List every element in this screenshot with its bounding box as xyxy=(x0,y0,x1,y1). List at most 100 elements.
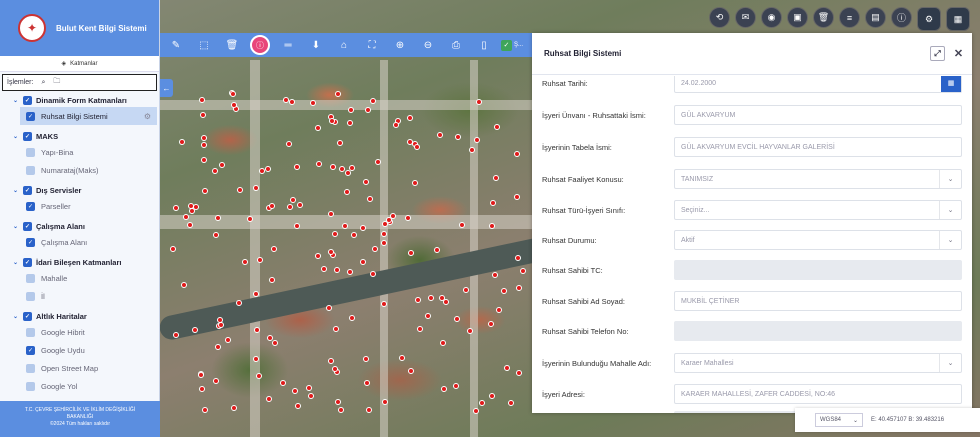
parcel-marker[interactable] xyxy=(215,343,222,350)
zoom-out-icon[interactable]: ⊖ xyxy=(414,33,442,57)
layer-item[interactable]: ✓ Google Uydu xyxy=(0,341,159,359)
layer-checkbox[interactable] xyxy=(26,327,35,337)
parcel-marker[interactable] xyxy=(347,106,354,113)
parcel-marker[interactable] xyxy=(360,224,367,231)
parcel-marker[interactable] xyxy=(441,385,448,392)
parcel-marker[interactable] xyxy=(398,355,405,362)
group-checkbox[interactable]: ✓ xyxy=(23,311,32,321)
parcel-marker[interactable] xyxy=(325,304,332,311)
parcel-marker[interactable] xyxy=(342,222,349,229)
parcel-marker[interactable] xyxy=(294,402,301,409)
parcel-marker[interactable] xyxy=(188,202,195,209)
group-checkbox[interactable]: ✓ xyxy=(23,185,32,195)
close-icon[interactable]: ✕ xyxy=(951,46,966,61)
parcel-marker[interactable] xyxy=(290,197,297,204)
measure-icon[interactable]: ═ xyxy=(274,33,302,57)
field-input[interactable] xyxy=(674,260,962,280)
parcel-marker[interactable] xyxy=(359,258,366,265)
parcel-marker[interactable] xyxy=(350,232,357,239)
parcel-marker[interactable] xyxy=(468,147,475,154)
parcel-marker[interactable] xyxy=(381,398,388,405)
parcel-marker[interactable] xyxy=(170,245,177,252)
parcel-marker[interactable] xyxy=(369,97,376,104)
print-icon[interactable]: ⎙ xyxy=(442,33,470,57)
chevron-down-icon[interactable]: ⌄ xyxy=(939,354,961,372)
chevron-down-icon[interactable]: ⌄ xyxy=(12,259,19,266)
field-input[interactable]: Aktif ⌄ xyxy=(674,230,962,250)
parcel-marker[interactable] xyxy=(366,195,373,202)
parcel-marker[interactable] xyxy=(197,371,204,378)
parcel-marker[interactable] xyxy=(380,231,387,238)
parcel-marker[interactable] xyxy=(294,164,301,171)
parcel-marker[interactable] xyxy=(255,372,262,379)
pen-icon[interactable]: ✎ xyxy=(162,33,190,57)
parcel-marker[interactable] xyxy=(411,179,418,186)
field-input[interactable]: Seçiniz... ⌄ xyxy=(674,200,962,220)
parcel-marker[interactable] xyxy=(408,249,415,256)
chevron-down-icon[interactable]: ⌄ xyxy=(12,223,19,230)
chevron-down-icon[interactable]: ⌄ xyxy=(12,187,19,194)
group-checkbox[interactable]: ✓ xyxy=(23,221,32,231)
parcel-marker[interactable] xyxy=(453,382,460,389)
layer-checkbox[interactable] xyxy=(26,291,35,301)
layer-item[interactable]: Numarataj(Maks) xyxy=(0,161,159,179)
parcel-marker[interactable] xyxy=(314,253,321,260)
group-checkbox[interactable]: ✓ xyxy=(23,257,32,267)
parcel-marker[interactable] xyxy=(374,158,381,165)
check-button[interactable]: ✓ Ş... xyxy=(498,33,526,57)
select-icon[interactable]: ⬚ xyxy=(190,33,218,57)
field-input[interactable]: TANIMSIZ ⌄ xyxy=(674,169,962,189)
parcel-marker[interactable] xyxy=(364,379,371,386)
field-input[interactable]: 24.02.2000 ▦ xyxy=(674,76,962,93)
parcel-marker[interactable] xyxy=(213,377,220,384)
layer-item[interactable]: Yapı-Bina xyxy=(0,143,159,161)
parcel-marker[interactable] xyxy=(315,124,322,131)
map-icon[interactable]: ▤ xyxy=(865,7,886,28)
settings-icon[interactable]: ⚙ xyxy=(917,7,941,31)
parcel-marker[interactable] xyxy=(231,405,238,412)
layer-group[interactable]: ⌄ ✓ Altlık Haritalar xyxy=(0,309,159,323)
parcel-marker[interactable] xyxy=(343,188,350,195)
parcel-marker[interactable] xyxy=(315,161,322,168)
parcel-marker[interactable] xyxy=(346,269,353,276)
parcel-marker[interactable] xyxy=(428,294,435,301)
parcel-marker[interactable] xyxy=(363,179,370,186)
parcel-marker[interactable] xyxy=(213,232,220,239)
parcel-marker[interactable] xyxy=(328,210,335,217)
info-button[interactable]: ⓘ xyxy=(246,33,274,57)
folder-icon[interactable]: 🗀 xyxy=(53,77,60,88)
parcel-marker[interactable] xyxy=(501,288,508,295)
parcel-marker[interactable] xyxy=(225,337,232,344)
parcel-marker[interactable] xyxy=(266,396,273,403)
layer-group[interactable]: ⌄ ✓ Dinamik Form Katmanları xyxy=(0,93,159,107)
parcel-marker[interactable] xyxy=(265,165,272,172)
parcel-marker[interactable] xyxy=(458,221,465,228)
parcel-marker[interactable] xyxy=(201,135,208,142)
parcel-marker[interactable] xyxy=(327,358,334,365)
group-checkbox[interactable]: ✓ xyxy=(23,95,32,105)
parcel-marker[interactable] xyxy=(488,223,495,230)
chevron-down-icon[interactable]: ⌄ xyxy=(939,201,961,219)
home-icon[interactable]: ⌂ xyxy=(330,33,358,57)
parcel-marker[interactable] xyxy=(366,406,373,413)
parcel-marker[interactable] xyxy=(472,408,479,415)
parcel-marker[interactable] xyxy=(489,393,496,400)
parcel-marker[interactable] xyxy=(289,98,295,105)
parcel-marker[interactable] xyxy=(230,101,237,108)
download-icon[interactable]: ⬇ xyxy=(302,33,330,57)
parcel-marker[interactable] xyxy=(514,150,521,157)
parcel-marker[interactable] xyxy=(335,91,342,98)
parcel-marker[interactable] xyxy=(218,161,225,168)
parcel-marker[interactable] xyxy=(479,399,485,406)
layer-group[interactable]: ⌄ ✓ Çalışma Alanı xyxy=(0,219,159,233)
gear-icon[interactable]: ⚙ xyxy=(144,112,151,121)
layer-item[interactable]: ✓ Parseller xyxy=(0,197,159,215)
parcel-marker[interactable] xyxy=(330,164,337,171)
parcel-marker[interactable] xyxy=(199,111,206,118)
field-input[interactable] xyxy=(674,321,962,341)
parcel-marker[interactable] xyxy=(389,212,396,219)
expand-icon[interactable]: ⤢ xyxy=(930,46,945,61)
parcel-marker[interactable] xyxy=(440,340,447,347)
parcel-marker[interactable] xyxy=(503,365,510,372)
parcel-marker[interactable] xyxy=(454,316,461,323)
